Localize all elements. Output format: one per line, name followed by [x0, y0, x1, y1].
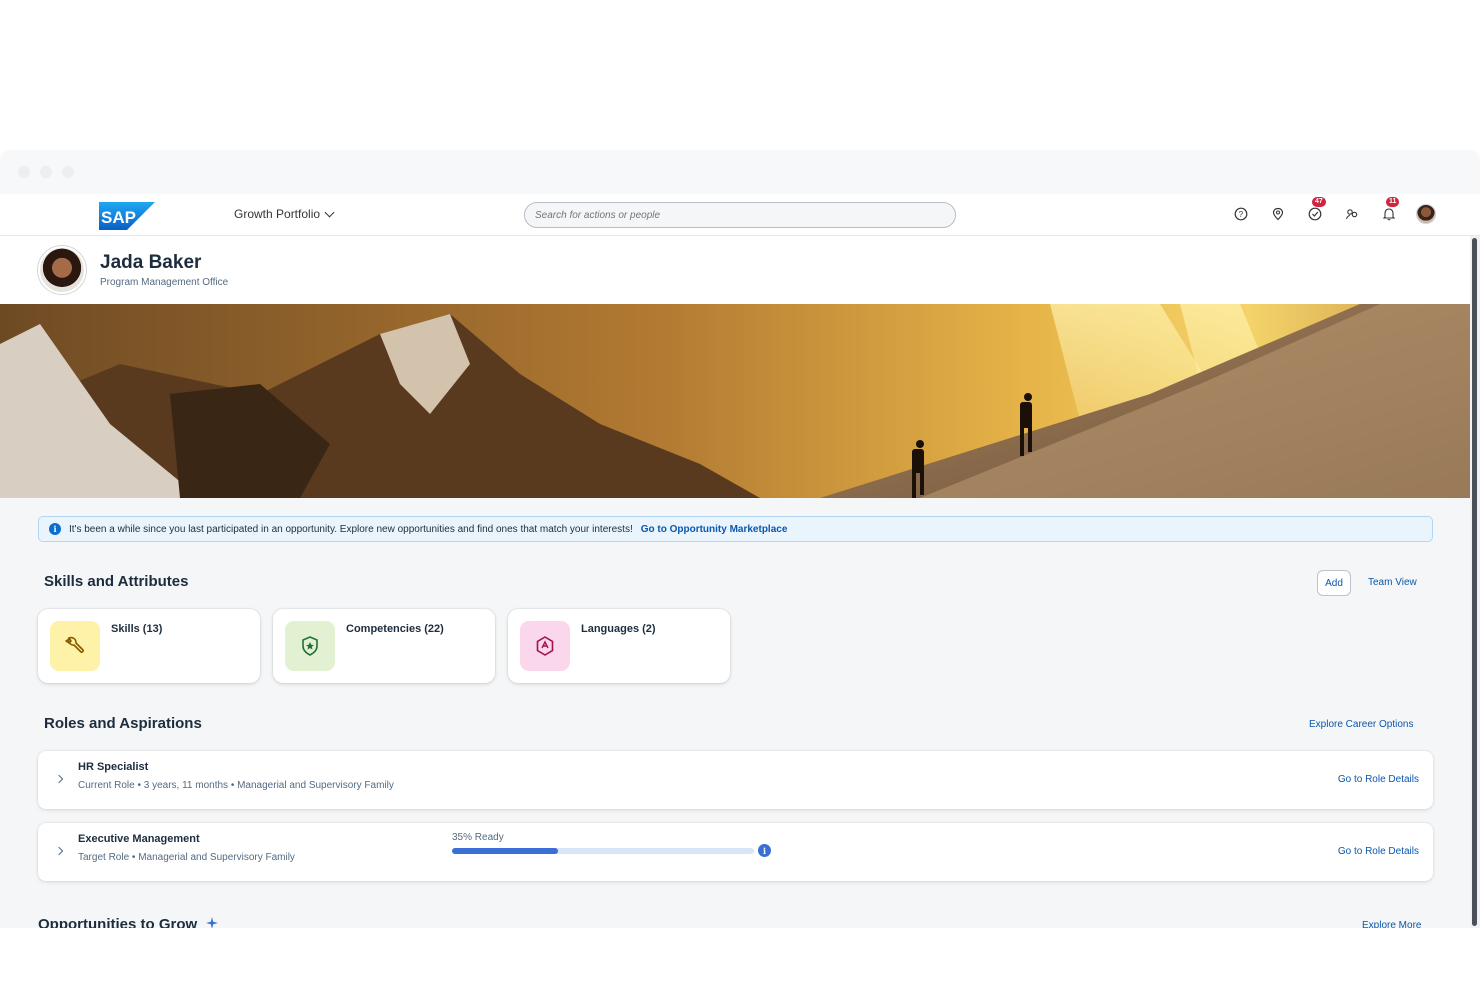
info-message: It's been a while since you last partici…	[69, 523, 633, 535]
page-content: Jada Baker Program Management Office i I…	[0, 236, 1470, 928]
maximize-window-dot[interactable]	[62, 166, 74, 178]
chevron-right-icon	[54, 846, 64, 856]
role-meta: Target Role • Managerial and Supervisory…	[78, 852, 295, 863]
opportunities-section-title: Opportunities to Grow	[38, 916, 219, 928]
profile-header: Jada Baker Program Management Office	[0, 236, 1470, 304]
notifications-badge: 11	[1386, 197, 1400, 207]
role-name: Executive Management	[78, 833, 200, 845]
languages-card-icon-bg	[520, 621, 570, 671]
sap-logo[interactable]: SAP	[99, 202, 155, 230]
competencies-card-icon-bg	[285, 621, 335, 671]
explore-more-link[interactable]: Explore More	[1362, 920, 1421, 928]
language-hexagon-icon	[536, 636, 554, 656]
help-icon[interactable]: ?	[1230, 203, 1252, 225]
opportunities-title-text: Opportunities to Grow	[38, 916, 198, 928]
languages-card-label: Languages (2)	[581, 623, 656, 635]
shell-bar: SAP Growth Portfolio ? 47 11	[0, 194, 1480, 236]
minimize-window-dot[interactable]	[40, 166, 52, 178]
skills-section-title: Skills and Attributes	[44, 573, 189, 590]
readiness-progress-fill	[452, 848, 558, 854]
tasks-icon[interactable]: 47	[1304, 197, 1326, 225]
opportunity-marketplace-link[interactable]: Go to Opportunity Marketplace	[641, 524, 788, 535]
shield-star-icon	[302, 636, 318, 656]
info-icon: i	[49, 523, 61, 535]
role-row-executive-management[interactable]: Executive Management Target Role • Manag…	[38, 823, 1433, 881]
wrench-icon	[65, 636, 84, 653]
readiness-label: 35% Ready	[452, 832, 504, 843]
chevron-down-icon	[324, 207, 335, 218]
competencies-card[interactable]: Competencies (22)	[273, 609, 495, 683]
shell-actions: ? 47 11	[1230, 197, 1437, 225]
window-titlebar	[0, 150, 1480, 194]
skills-card-label: Skills (13)	[111, 623, 163, 635]
skills-card-icon-bg	[50, 621, 100, 671]
info-message-strip: i It's been a while since you last parti…	[38, 516, 1433, 542]
scrollbar-thumb[interactable]	[1472, 238, 1477, 926]
profile-name: Jada Baker	[100, 252, 202, 273]
profile-department: Program Management Office	[100, 277, 229, 288]
competencies-card-label: Competencies (22)	[346, 623, 444, 635]
go-to-role-details-link[interactable]: Go to Role Details	[1338, 846, 1419, 857]
readiness-progress-bar	[452, 848, 754, 854]
app-title-menu[interactable]: Growth Portfolio	[234, 207, 335, 221]
role-row-hr-specialist[interactable]: HR Specialist Current Role • 3 years, 11…	[38, 751, 1433, 809]
location-pin-icon[interactable]	[1267, 203, 1289, 225]
close-window-dot[interactable]	[18, 166, 30, 178]
notification-bell-icon[interactable]: 11	[1378, 197, 1400, 225]
languages-card[interactable]: Languages (2)	[508, 609, 730, 683]
svg-text:?: ?	[1239, 210, 1244, 219]
profile-avatar	[38, 246, 86, 294]
user-avatar	[1416, 204, 1436, 224]
role-name: HR Specialist	[78, 761, 149, 773]
tasks-badge: 47	[1312, 197, 1326, 207]
vertical-scrollbar[interactable]	[1470, 236, 1480, 928]
roles-section-title: Roles and Aspirations	[44, 715, 202, 732]
search-input[interactable]	[524, 202, 956, 228]
people-connect-icon[interactable]	[1341, 203, 1363, 225]
user-avatar-button[interactable]	[1415, 203, 1437, 225]
team-view-link[interactable]: Team View	[1368, 577, 1417, 588]
skills-card[interactable]: Skills (13)	[38, 609, 260, 683]
explore-career-options-link[interactable]: Explore Career Options	[1309, 719, 1414, 730]
window-controls	[18, 166, 74, 178]
readiness-info-icon[interactable]: i	[758, 844, 771, 857]
logo-text: SAP	[101, 208, 136, 227]
role-meta: Current Role • 3 years, 11 months • Mana…	[78, 780, 394, 791]
ai-sparkle-icon	[206, 917, 219, 928]
app-title: Growth Portfolio	[234, 207, 321, 221]
go-to-role-details-link[interactable]: Go to Role Details	[1338, 774, 1419, 785]
mountain-banner-image	[0, 304, 1470, 498]
chevron-right-icon	[54, 774, 64, 784]
add-button[interactable]: Add	[1317, 570, 1351, 596]
